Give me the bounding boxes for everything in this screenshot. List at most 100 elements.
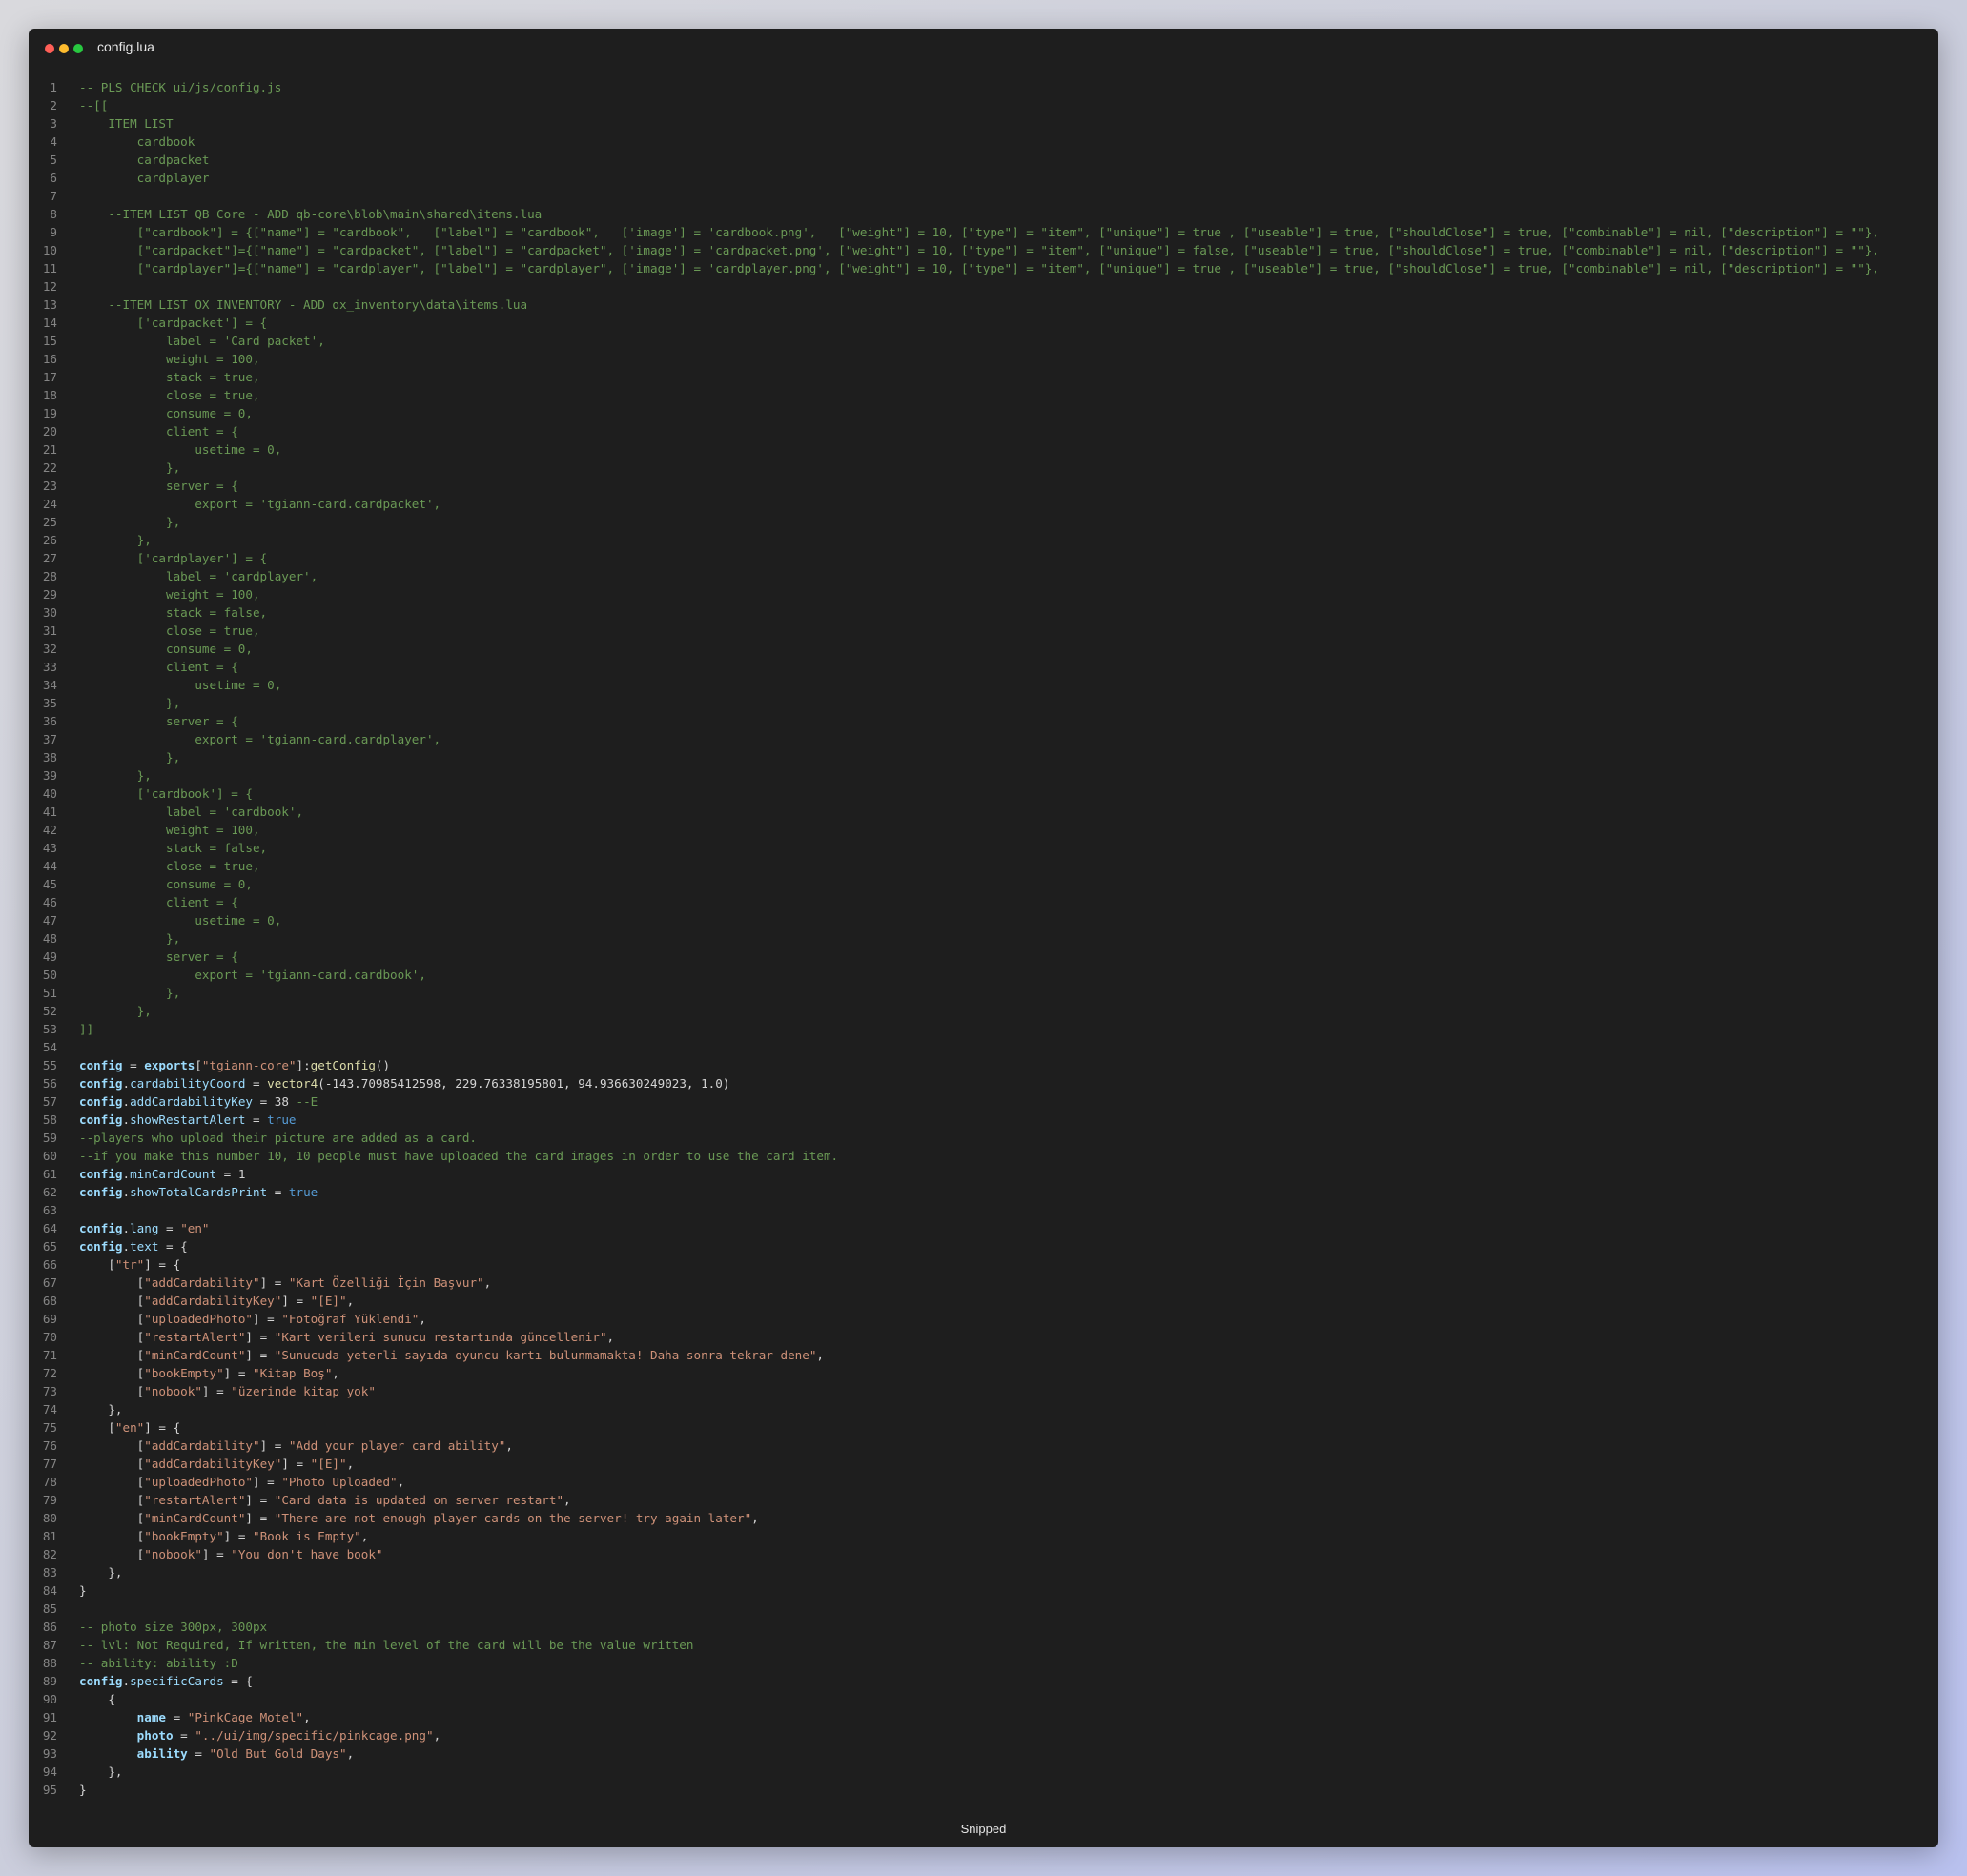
code-line: 37 export = 'tgiann-card.cardplayer', xyxy=(29,730,1938,748)
code-token: "Book is Empty" xyxy=(253,1529,361,1543)
code-line: 16 weight = 100, xyxy=(29,350,1938,368)
line-number: 36 xyxy=(42,714,57,728)
maximize-window-dot-icon[interactable] xyxy=(73,44,83,53)
code-token: "restartAlert" xyxy=(144,1493,246,1507)
line-content: }, xyxy=(79,1002,152,1020)
code-token: ["cardpacket"]={["name"] = "cardpacket",… xyxy=(79,243,1879,257)
line-content: }, xyxy=(79,1563,122,1581)
code-line: 6 cardplayer xyxy=(29,169,1938,187)
line-content: label = 'Card packet', xyxy=(79,332,325,350)
code-token: consume = 0, xyxy=(79,406,253,420)
line-content: -- PLS CHECK ui/js/config.js xyxy=(79,78,281,96)
code-token: "Old But Gold Days" xyxy=(209,1746,347,1761)
code-line: 57 config.addCardabilityKey = 38 --E xyxy=(29,1092,1938,1111)
line-content: ['cardpacket'] = { xyxy=(79,314,267,332)
line-content: ["bookEmpty"] = "Kitap Boş", xyxy=(79,1364,339,1382)
line-number: 92 xyxy=(42,1728,57,1743)
line-content: -- lvl: Not Required, If written, the mi… xyxy=(79,1636,693,1654)
code-line: 63 xyxy=(29,1201,1938,1219)
code-editor[interactable]: 1 -- PLS CHECK ui/js/config.js 2 --[[3 ITEM… xyxy=(29,78,1938,1799)
line-content: stack = true, xyxy=(79,368,260,386)
code-token: ] = xyxy=(259,1438,289,1453)
code-token: , xyxy=(346,1746,355,1761)
code-token: --if you make this number 10, 10 people … xyxy=(79,1149,839,1163)
line-content: -- ability: ability :D xyxy=(79,1654,238,1672)
line-content: config.cardabilityCoord = vector4(-143.7… xyxy=(79,1074,729,1092)
code-line: 42 weight = 100, xyxy=(29,821,1938,839)
code-token: , xyxy=(751,1511,759,1525)
line-content: ]] xyxy=(79,1020,93,1038)
minimize-window-dot-icon[interactable] xyxy=(59,44,69,53)
line-number: 18 xyxy=(42,388,57,402)
code-line: 60 --if you make this number 10, 10 peopl… xyxy=(29,1147,1938,1165)
code-token: text xyxy=(130,1239,159,1254)
code-token: ] = { xyxy=(144,1420,181,1435)
code-token: "minCardCount" xyxy=(144,1348,246,1362)
code-token: ]] xyxy=(79,1022,94,1036)
line-number: 35 xyxy=(42,696,57,710)
code-line: 76 ["addCardability"] = "Add your player… xyxy=(29,1437,1938,1455)
code-token: = xyxy=(187,1746,210,1761)
code-line: 79 ["restartAlert"] = "Card data is upda… xyxy=(29,1491,1938,1509)
code-line: 82 ["nobook"] = "You don't have book" xyxy=(29,1545,1938,1563)
code-line: 66 ["tr"] = { xyxy=(29,1255,1938,1274)
code-token: -- ability: ability :D xyxy=(79,1656,238,1670)
line-content: ["bookEmpty"] = "Book is Empty", xyxy=(79,1527,369,1545)
line-number: 64 xyxy=(42,1221,57,1235)
close-window-dot-icon[interactable] xyxy=(45,44,54,53)
code-line: 94 }, xyxy=(29,1763,1938,1781)
code-token: , xyxy=(419,1312,426,1326)
code-line: 46 client = { xyxy=(29,893,1938,911)
line-content: label = 'cardbook', xyxy=(79,803,303,821)
code-line: 40 ['cardbook'] = { xyxy=(29,785,1938,803)
code-line: 83 }, xyxy=(29,1563,1938,1581)
code-token: }, xyxy=(79,1764,123,1779)
code-line: 52 }, xyxy=(29,1002,1938,1020)
code-line: 22 }, xyxy=(29,459,1938,477)
code-token: ] = xyxy=(259,1275,289,1290)
code-line: 27 ['cardplayer'] = { xyxy=(29,549,1938,567)
code-token: "Kitap Boş" xyxy=(253,1366,333,1380)
line-number: 21 xyxy=(42,442,57,457)
code-token: cardabilityCoord xyxy=(130,1076,246,1091)
code-token: export = 'tgiann-card.cardbook', xyxy=(79,968,426,982)
line-number: 89 xyxy=(42,1674,57,1688)
line-number: 42 xyxy=(42,823,57,837)
line-number: 70 xyxy=(42,1330,57,1344)
code-token: "addCardability" xyxy=(144,1275,260,1290)
code-token: exports xyxy=(144,1058,195,1072)
code-token: config xyxy=(79,1094,123,1109)
line-number: 53 xyxy=(42,1022,57,1036)
code-token: , xyxy=(606,1330,615,1344)
line-number: 13 xyxy=(42,297,57,312)
code-token: [ xyxy=(79,1457,145,1471)
code-token: usetime = 0, xyxy=(79,442,282,457)
line-number: 10 xyxy=(42,243,57,257)
code-token: [ xyxy=(79,1529,145,1543)
code-token: consume = 0, xyxy=(79,642,253,656)
code-line: 51 }, xyxy=(29,984,1938,1002)
code-token: = xyxy=(267,1185,289,1199)
line-content: }, xyxy=(79,1763,123,1781)
line-number: 27 xyxy=(42,551,57,565)
line-content: cardpacket xyxy=(79,151,210,169)
code-token: server = { xyxy=(79,949,238,964)
line-number: 33 xyxy=(42,660,57,674)
code-token: }, xyxy=(79,1402,123,1417)
code-line: 28 label = 'cardplayer', xyxy=(29,567,1938,585)
line-content: config.lang = "en" xyxy=(79,1219,210,1237)
code-token: "Sunucuda yeterli sayıda oyuncu kartı bu… xyxy=(274,1348,817,1362)
line-number: 2 xyxy=(50,98,57,112)
line-number: 38 xyxy=(42,750,57,765)
line-number: 46 xyxy=(42,895,57,909)
line-content: }, xyxy=(79,929,180,948)
code-token: }, xyxy=(79,768,152,783)
code-token: = { xyxy=(158,1239,188,1254)
code-token: --ITEM LIST QB Core - ADD qb-core\blob\m… xyxy=(79,207,543,221)
code-token: (-143.70985412598, 229.76338195801, 94.9… xyxy=(318,1076,730,1091)
code-token: weight = 100, xyxy=(79,352,260,366)
code-token: "nobook" xyxy=(144,1384,202,1398)
code-token: "addCardabilityKey" xyxy=(144,1294,282,1308)
line-content: ability = "Old But Gold Days", xyxy=(79,1744,354,1763)
line-content: name = "PinkCage Motel", xyxy=(79,1708,311,1726)
